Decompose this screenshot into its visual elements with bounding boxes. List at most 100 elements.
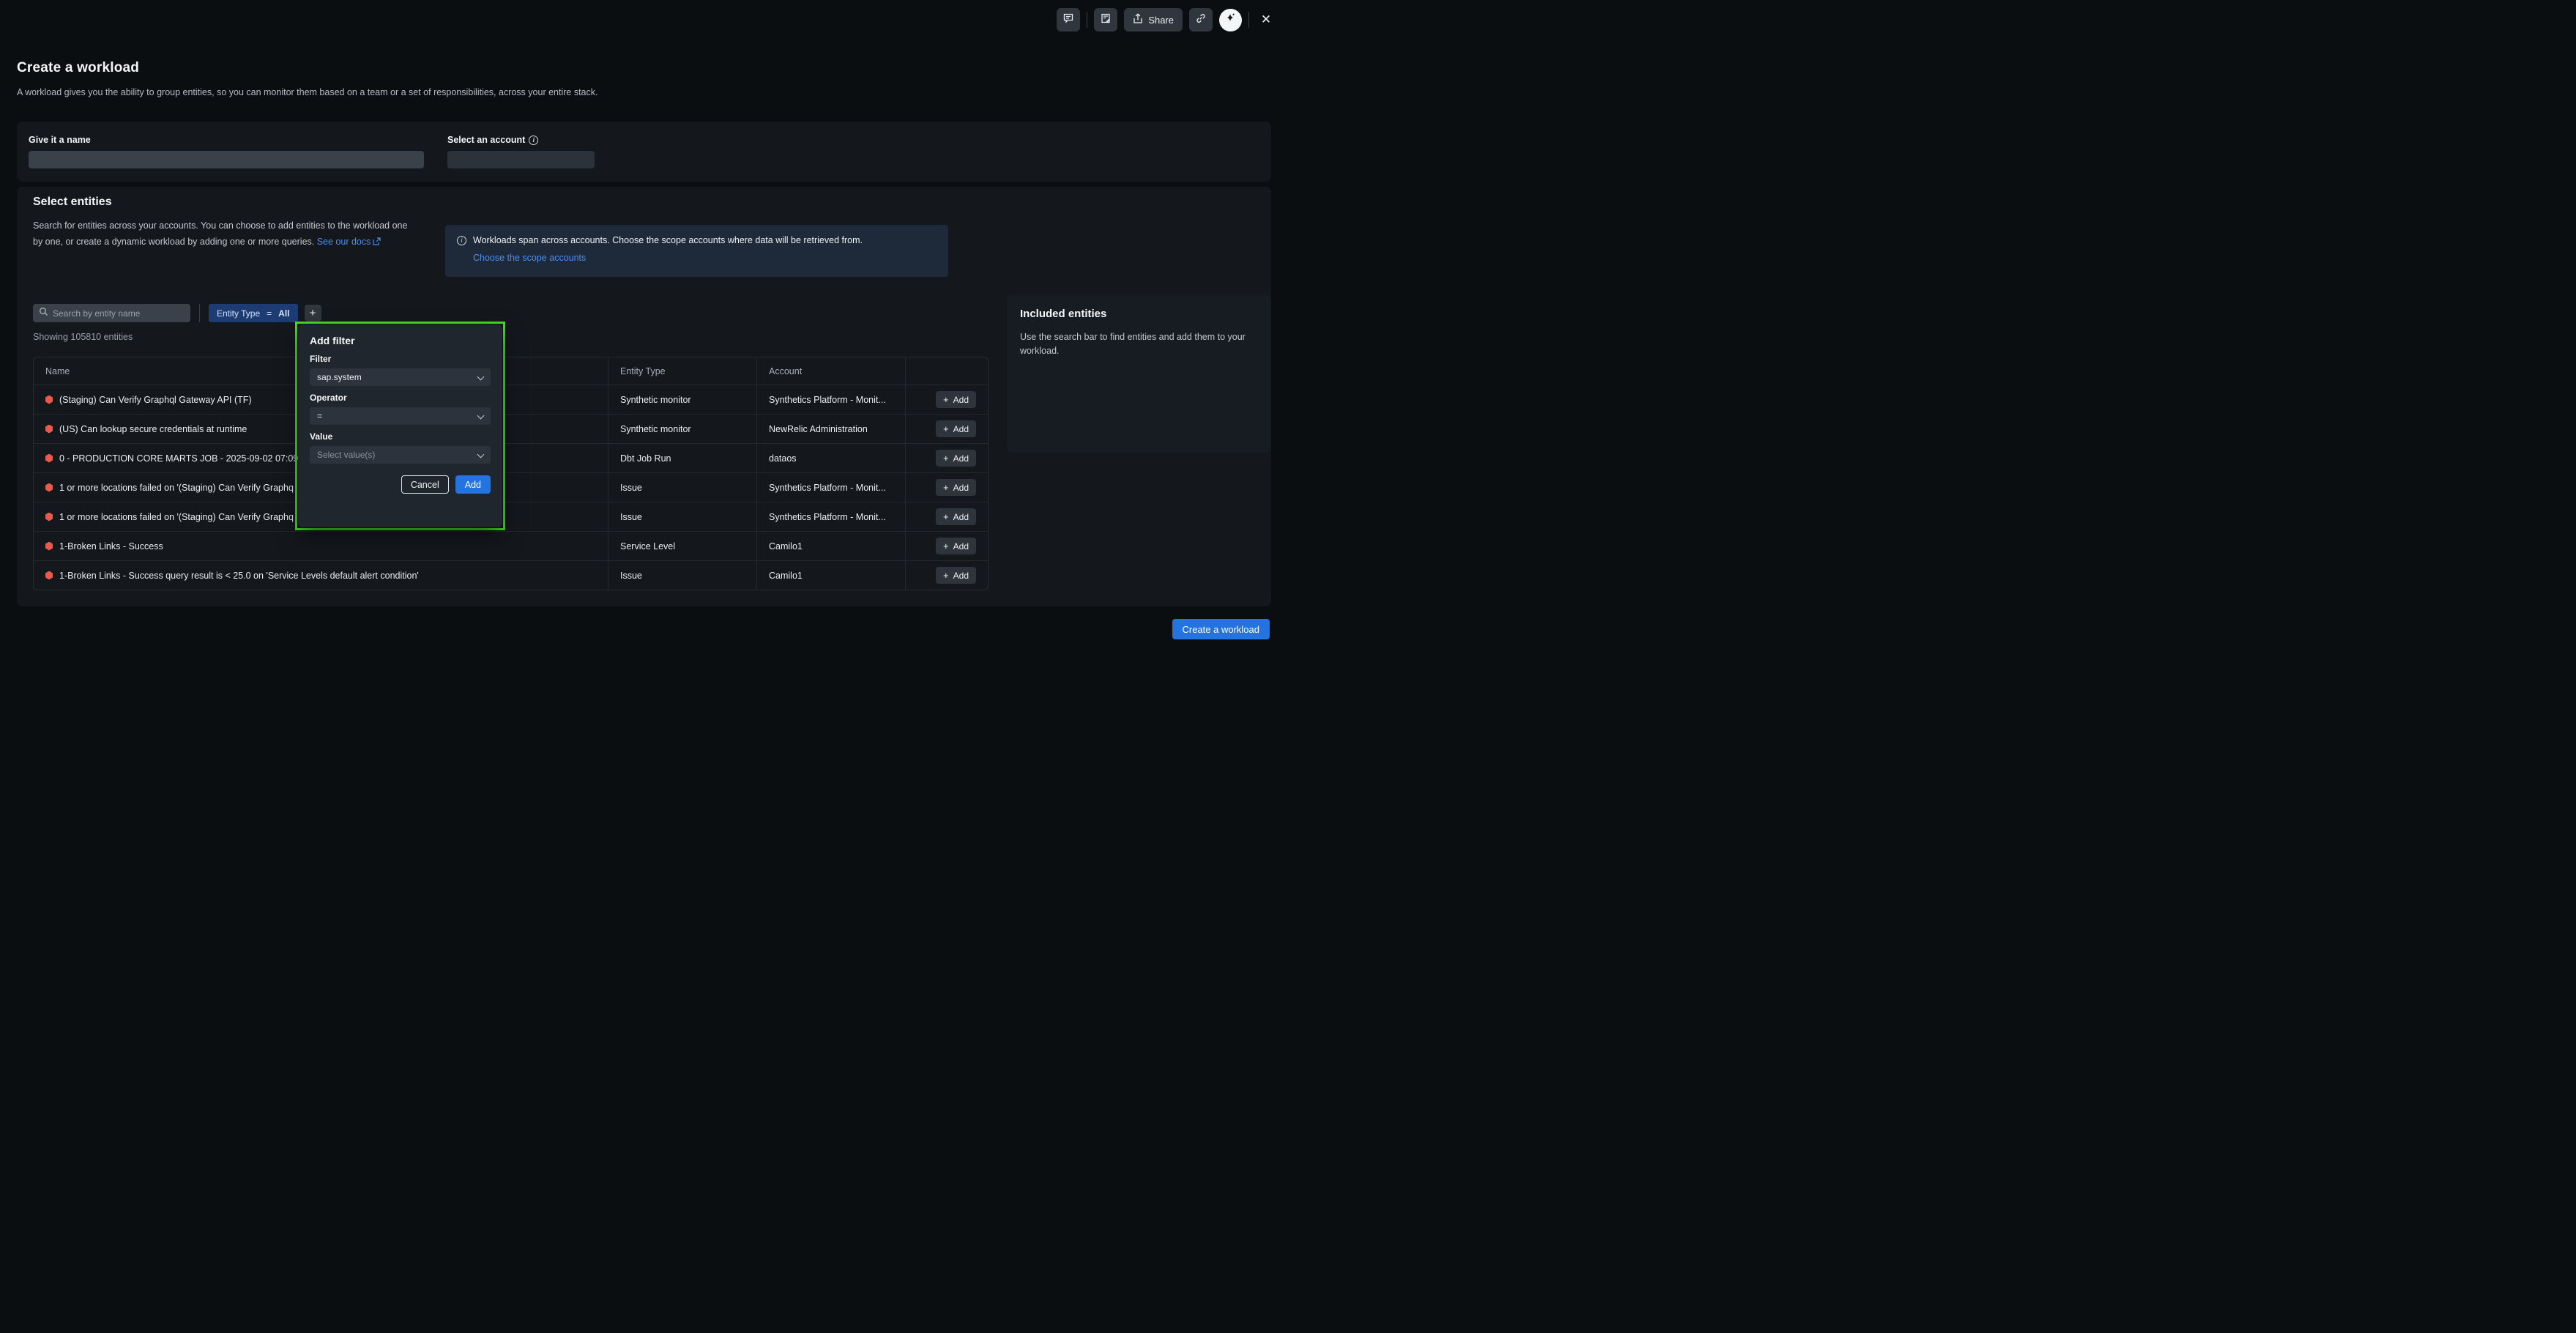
scope-accounts-info-text: Workloads span across accounts. Choose t… [473, 235, 863, 245]
entity-account-cell: Synthetics Platform - Monit... [756, 502, 905, 531]
entity-name-cell: 1-Broken Links - Success query result is… [34, 561, 608, 590]
table-row: 1-Broken Links - Success query result is… [34, 560, 988, 590]
add-entity-button[interactable]: +Add [936, 479, 976, 496]
ai-assistant-button[interactable] [1219, 9, 1242, 31]
chip-value: All [278, 308, 289, 319]
account-info-icon[interactable]: i [529, 135, 538, 145]
notes-button[interactable] [1094, 8, 1117, 31]
add-button-label: Add [953, 512, 969, 522]
entity-type-cell: Synthetic monitor [608, 385, 756, 414]
entity-type-cell: Dbt Job Run [608, 444, 756, 472]
entity-name: 1-Broken Links - Success query result is… [59, 571, 419, 581]
account-field-label: Select an account [447, 135, 525, 145]
entity-type-cell: Issue [608, 502, 756, 531]
add-entity-button[interactable]: + Add [936, 538, 976, 554]
entity-query-bar: Entity Type = All + [33, 304, 321, 322]
see-our-docs-link[interactable]: See our docs [317, 237, 371, 247]
cancel-button[interactable]: Cancel [401, 475, 449, 494]
entity-actions-cell: + Add [905, 444, 988, 472]
entity-search-input[interactable] [53, 308, 185, 319]
plus-icon: + [943, 423, 949, 434]
add-button-label: Add [953, 395, 969, 405]
workload-name-input[interactable] [29, 151, 424, 168]
entity-name: (US) Can lookup secure credentials at ru… [59, 424, 247, 434]
filter-select[interactable]: sap.system [310, 368, 491, 386]
plus-icon: + [943, 453, 949, 464]
filter-select-value: sap.system [317, 372, 362, 382]
account-select-input[interactable] [447, 151, 595, 168]
entity-type-cell: Synthetic monitor [608, 415, 756, 443]
entity-hexagon-icon [45, 425, 53, 434]
entity-actions-cell: +Add [905, 473, 988, 502]
select-entities-heading: Select entities [33, 196, 112, 209]
close-button[interactable]: ✕ [1256, 10, 1276, 30]
feedback-button[interactable] [1057, 8, 1080, 31]
plus-icon: + [943, 570, 949, 581]
copy-link-button[interactable] [1189, 8, 1213, 31]
account-field-group: Select an account i [447, 135, 595, 168]
column-header-entity-type: Entity Type [608, 357, 756, 385]
share-button-label: Share [1148, 15, 1174, 26]
filter-label: Filter [310, 354, 491, 364]
add-button-label: Add [953, 483, 969, 493]
entity-hexagon-icon [45, 513, 53, 521]
entity-hexagon-icon [45, 571, 53, 580]
entity-actions-cell: + Add [905, 415, 988, 443]
entity-account-cell: Synthetics Platform - Monit... [756, 385, 905, 414]
add-filter-button[interactable]: + [305, 305, 321, 322]
add-entity-button[interactable]: + Add [936, 391, 976, 408]
included-entities-heading: Included entities [1020, 308, 1258, 320]
entity-account-cell: Camilo1 [756, 532, 905, 560]
chevron-down-icon [477, 374, 485, 381]
add-entity-button[interactable]: + Add [936, 420, 976, 437]
value-select[interactable]: Select value(s) [310, 446, 491, 464]
toolbar-divider [1248, 12, 1249, 28]
add-button-label: Add [953, 541, 969, 552]
entity-type-cell: Service Level [608, 532, 756, 560]
entity-type-filter-chip[interactable]: Entity Type = All [209, 304, 298, 322]
add-entity-button[interactable]: + Add [936, 450, 976, 467]
entity-search-box[interactable] [33, 304, 190, 322]
entity-actions-cell: + Add [905, 385, 988, 414]
add-entity-button[interactable]: +Add [936, 508, 976, 525]
operator-select-value: = [317, 411, 322, 421]
add-entity-button[interactable]: +Add [936, 567, 976, 584]
add-filter-popup: Add filter Filter sap.system Operator = … [298, 324, 502, 527]
notes-edit-icon [1100, 12, 1112, 28]
share-button[interactable]: Share [1124, 8, 1183, 31]
chip-field: Entity Type [217, 308, 260, 319]
entity-name-cell: 1-Broken Links - Success [34, 532, 608, 560]
share-upload-icon [1133, 13, 1143, 26]
choose-scope-accounts-link[interactable]: Choose the scope accounts [473, 253, 586, 263]
name-field-group: Give it a name [29, 135, 424, 168]
feedback-icon [1062, 12, 1074, 28]
plus-icon: + [943, 541, 949, 552]
value-select-placeholder: Select value(s) [317, 450, 375, 460]
add-button-label: Add [953, 453, 969, 464]
included-entities-description: Use the search bar to find entities and … [1020, 330, 1258, 358]
entity-hexagon-icon [45, 483, 53, 492]
top-toolbar: Share ✕ [1057, 8, 1276, 31]
table-header-row: Name Entity Type Account [34, 357, 988, 385]
popup-add-button[interactable]: Add [455, 475, 491, 494]
plus-icon: + [943, 394, 949, 405]
entity-hexagon-icon [45, 542, 53, 551]
plus-icon: + [310, 307, 316, 319]
entity-name: 0 - PRODUCTION CORE MARTS JOB - 2025-09-… [59, 453, 298, 464]
copy-link-icon [1195, 12, 1207, 28]
entities-table: Name Entity Type Account (Staging) Can V… [33, 357, 989, 590]
info-icon: i [457, 236, 466, 245]
add-button-label: Add [953, 424, 969, 434]
entity-hexagon-icon [45, 454, 53, 463]
name-field-label: Give it a name [29, 135, 424, 145]
table-row: 1 or more locations failed on '(Staging)… [34, 472, 988, 502]
create-workload-page: Share ✕ Create a workload A workload giv… [0, 0, 1288, 666]
entity-actions-cell: + Add [905, 532, 988, 560]
entity-hexagon-icon [45, 396, 53, 404]
table-row: 1-Broken Links - SuccessService LevelCam… [34, 531, 988, 560]
ai-sparkle-icon [1224, 12, 1237, 28]
scope-accounts-info-box: i Workloads span across accounts. Choose… [445, 225, 948, 277]
operator-select[interactable]: = [310, 407, 491, 425]
create-workload-button[interactable]: Create a workload [1172, 619, 1270, 639]
table-row: 0 - PRODUCTION CORE MARTS JOB - 2025-09-… [34, 443, 988, 472]
